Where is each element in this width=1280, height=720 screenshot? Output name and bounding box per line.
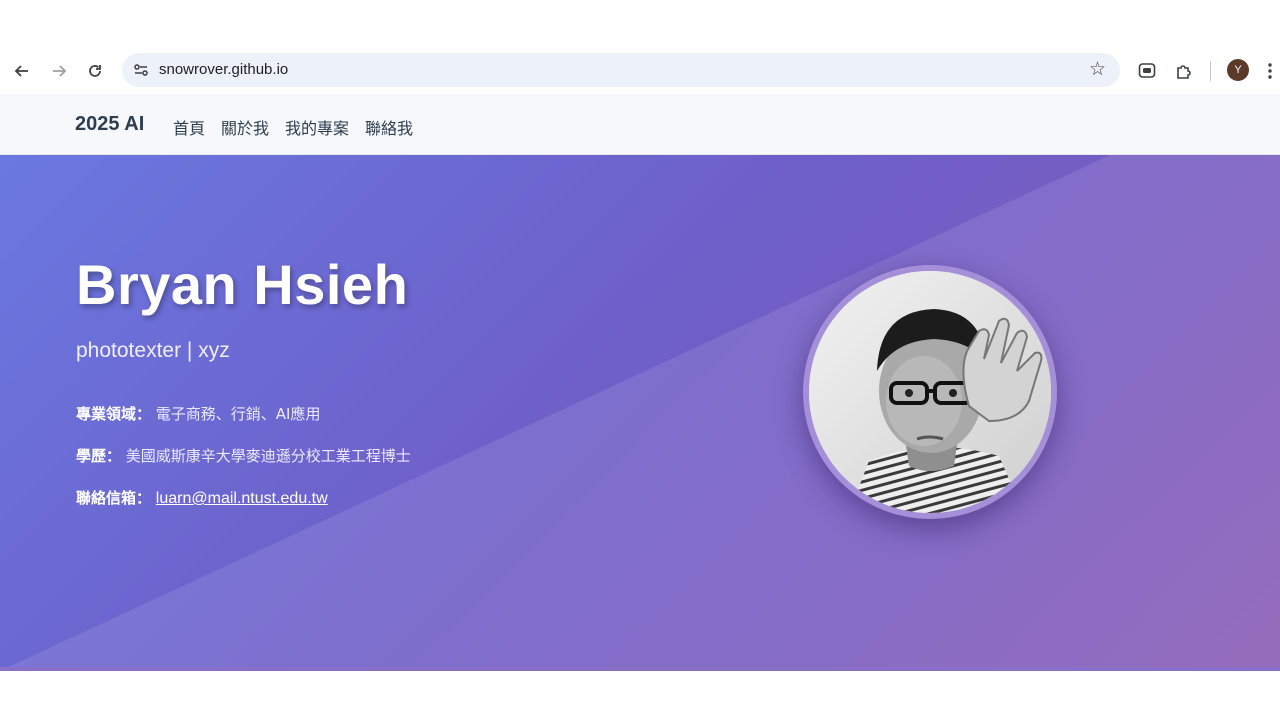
- nav-projects[interactable]: 我的專案: [285, 115, 349, 139]
- address-bar[interactable]: snowrover.github.io ☆: [122, 53, 1120, 87]
- expertise-row: 專業領域： 電子商務、行銷、AI應用: [76, 403, 320, 424]
- url-text[interactable]: snowrover.github.io: [159, 61, 288, 78]
- nav-about[interactable]: 關於我: [221, 115, 269, 139]
- profile-photo: [809, 271, 1051, 513]
- kebab-menu-icon[interactable]: [1260, 57, 1280, 85]
- contact-email-link[interactable]: luarn@mail.ntust.edu.tw: [156, 490, 328, 507]
- site-brand[interactable]: 2025 AI: [75, 113, 144, 136]
- arrow-right-icon[interactable]: [45, 57, 73, 85]
- nav-home[interactable]: 首頁: [173, 115, 205, 139]
- nav-links: 首頁 關於我 我的專案 聯絡我: [173, 115, 413, 139]
- contact-label: 聯絡信箱：: [76, 489, 152, 507]
- profile-subtitle: phototexter | xyz: [76, 339, 230, 362]
- star-icon[interactable]: ☆: [1089, 58, 1106, 80]
- expertise-value: 電子商務、行銷、AI應用: [155, 405, 321, 423]
- line-app-icon[interactable]: [1133, 57, 1161, 85]
- contact-row: 聯絡信箱： luarn@mail.ntust.edu.tw: [76, 487, 328, 508]
- profile-avatar[interactable]: Y: [1227, 59, 1249, 81]
- tune-icon[interactable]: [132, 61, 150, 79]
- window-top-area: [0, 0, 1280, 48]
- education-value: 美國威斯康辛大學麥迪遜分校工業工程博士: [125, 447, 411, 465]
- profile-photo-frame: [803, 265, 1057, 519]
- nav-contact[interactable]: 聯絡我: [365, 115, 413, 139]
- expertise-label: 專業領域：: [76, 405, 152, 423]
- hero-bottom-border: [0, 667, 1280, 671]
- reload-icon[interactable]: [81, 57, 109, 85]
- education-label: 學歷：: [76, 447, 122, 465]
- education-row: 學歷： 美國威斯康辛大學麥迪遜分校工業工程博士: [76, 445, 411, 466]
- profile-name: Bryan Hsieh: [76, 253, 409, 316]
- toolbar-divider: [1210, 61, 1211, 81]
- arrow-left-icon[interactable]: [8, 57, 36, 85]
- puzzle-icon[interactable]: [1170, 57, 1198, 85]
- site-navbar: 2025 AI 首頁 關於我 我的專案 聯絡我: [0, 94, 1280, 155]
